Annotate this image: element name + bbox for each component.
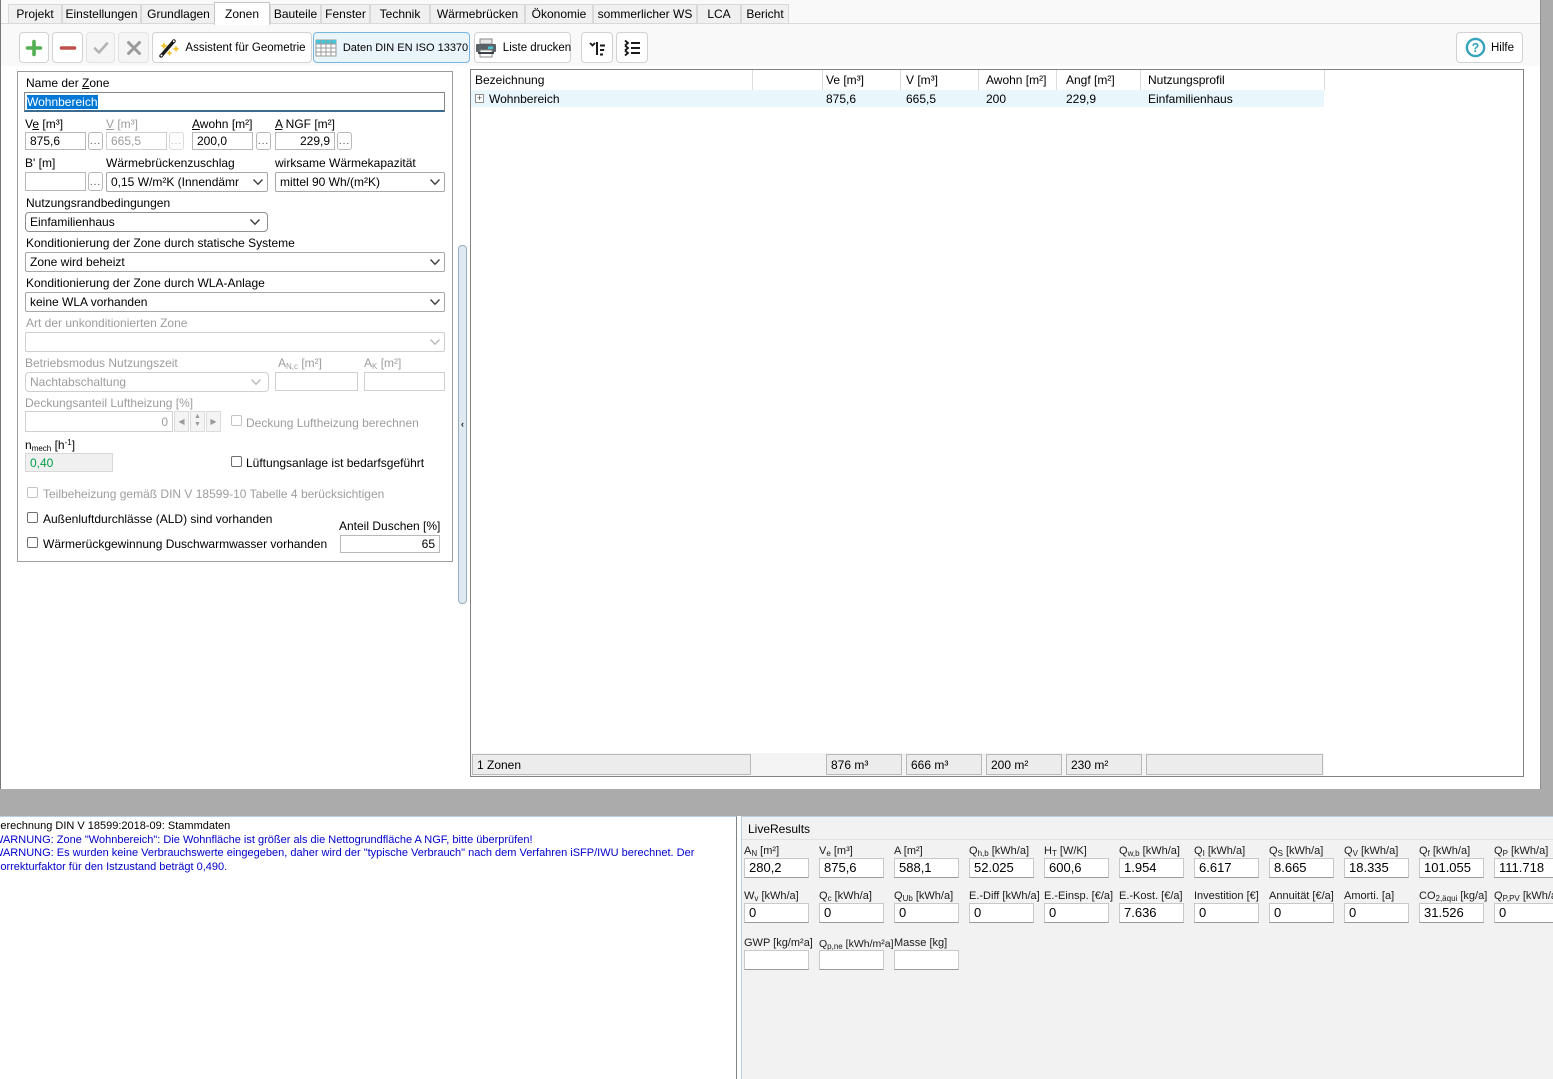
svg-text:?: ? — [1472, 41, 1480, 55]
